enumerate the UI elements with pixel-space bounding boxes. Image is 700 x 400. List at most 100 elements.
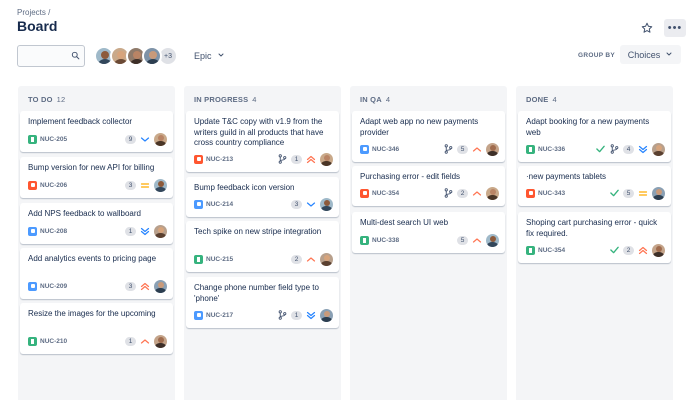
priority-medium-icon: [140, 181, 150, 190]
story-icon: [526, 144, 535, 154]
assignee-avatar[interactable]: [652, 186, 665, 200]
issue-footer: NUC-215 2: [194, 252, 333, 266]
issue-title: Shoping cart purchasing error - quick fi…: [526, 218, 658, 238]
issue-key[interactable]: NUC-209: [40, 283, 125, 290]
issue-key[interactable]: NUC-346: [372, 146, 443, 153]
story-points-badge: 2: [291, 254, 302, 264]
issue-footer: NUC-205 9: [28, 132, 167, 146]
search-box[interactable]: [17, 45, 85, 67]
subtask-icon: [28, 281, 37, 291]
header-actions: •••: [638, 19, 686, 37]
issue-key[interactable]: NUC-213: [206, 156, 277, 163]
issue-key[interactable]: NUC-354: [538, 247, 609, 254]
issue-key[interactable]: NUC-217: [206, 312, 277, 319]
issue-footer: NUC-213 1: [194, 152, 333, 166]
issue-key[interactable]: NUC-338: [372, 237, 457, 244]
check-icon: [609, 245, 619, 255]
story-points-badge: 4: [623, 144, 634, 154]
group-by-select[interactable]: Choices: [620, 45, 681, 64]
issue-card[interactable]: Bump feedback icon version NUC-214 3: [186, 177, 339, 217]
bug-icon: [360, 188, 369, 198]
issue-card[interactable]: Tech spike on new stripe integration NUC-…: [186, 221, 339, 272]
issue-key[interactable]: NUC-215: [206, 256, 291, 263]
task-icon: [194, 199, 203, 209]
issue-title: Multi-dest search UI web: [360, 218, 449, 227]
chevron-down-icon: [665, 50, 673, 60]
issue-key[interactable]: NUC-214: [206, 201, 291, 208]
issue-card[interactable]: Multi-dest search UI web NUC-338 5: [352, 212, 505, 253]
priority-high-icon: [472, 145, 482, 154]
priority-high-icon: [140, 337, 150, 346]
assignee-avatar[interactable]: [486, 233, 499, 247]
assignee-avatar[interactable]: [320, 197, 333, 211]
issue-title: Change phone number field type to 'phone…: [194, 283, 319, 303]
issue-card[interactable]: Shoping cart purchasing error - quick fi…: [518, 212, 671, 263]
story-icon: [526, 245, 535, 255]
issue-footer: NUC-214 3: [194, 197, 333, 211]
issue-title: Add NPS feedback to wallboard: [28, 209, 141, 218]
issue-title: Adapt web app no new payments provider: [360, 117, 479, 137]
issue-key[interactable]: NUC-205: [40, 136, 125, 143]
assignee-avatar[interactable]: [320, 252, 333, 266]
issue-key[interactable]: NUC-206: [40, 182, 125, 189]
assignee-avatar[interactable]: [154, 178, 167, 192]
issue-key[interactable]: NUC-336: [538, 146, 595, 153]
issue-key[interactable]: NUC-210: [40, 338, 125, 345]
assignee-avatar[interactable]: [486, 142, 499, 156]
issue-card[interactable]: Purchasing error - edit fields NUC-354 2: [352, 166, 505, 206]
story-points-badge: 9: [125, 134, 136, 144]
issue-card[interactable]: ·new payments tablets NUC-343 5: [518, 166, 671, 206]
issue-card[interactable]: Implement feedback collector NUC-205 9: [20, 111, 173, 152]
issue-key[interactable]: NUC-208: [40, 228, 125, 235]
search-input[interactable]: [22, 49, 70, 63]
issue-card[interactable]: Update T&C copy with v1.9 from the write…: [186, 111, 339, 172]
epic-filter[interactable]: Epic: [194, 51, 225, 61]
assignee-avatar[interactable]: [154, 224, 167, 238]
issue-title: Add analytics events to pricing page: [28, 254, 157, 263]
check-icon: [595, 144, 605, 154]
epic-filter-label: Epic: [194, 51, 212, 61]
branch-icon: [277, 310, 287, 320]
issue-card[interactable]: Resize the images for the upcoming NUC-21…: [20, 303, 173, 354]
issue-title: Tech spike on new stripe integration: [194, 227, 322, 236]
more-icon[interactable]: •••: [664, 19, 686, 37]
assignee-avatar[interactable]: [154, 132, 167, 146]
story-points-badge: 5: [623, 188, 634, 198]
column-header: IN PROGRESS 4: [194, 95, 257, 104]
star-icon[interactable]: [638, 19, 656, 37]
assignee-avatar[interactable]: [154, 279, 167, 293]
assignee-avatar[interactable]: [486, 186, 499, 200]
priority-high-icon: [472, 236, 482, 245]
story-points-badge: 1: [291, 310, 302, 320]
story-points-badge: 1: [125, 226, 136, 236]
breadcrumb[interactable]: Projects /: [17, 8, 50, 17]
task-icon: [28, 226, 37, 236]
assignee-avatar[interactable]: [652, 243, 665, 257]
avatar[interactable]: [142, 46, 162, 66]
priority-high-icon: [472, 189, 482, 198]
issue-card[interactable]: Adapt booking for a new payments web NUC-…: [518, 111, 671, 162]
column-header: DONE 4: [526, 95, 557, 104]
issue-card[interactable]: Add analytics events to pricing page NUC-…: [20, 248, 173, 299]
issue-footer: NUC-346 5: [360, 142, 499, 156]
issue-key[interactable]: NUC-343: [538, 190, 609, 197]
story-points-badge: 5: [457, 235, 468, 245]
group-by-label: GROUP BY: [578, 52, 615, 59]
issue-footer: NUC-217 1: [194, 308, 333, 322]
issue-title: Bump feedback icon version: [194, 183, 295, 192]
issue-footer: NUC-354 2: [360, 186, 499, 200]
priority-highest-icon: [638, 246, 648, 255]
issue-card[interactable]: Bump version for new API for billing NUC-…: [20, 157, 173, 198]
issue-card[interactable]: Change phone number field type to 'phone…: [186, 277, 339, 328]
issue-title: Implement feedback collector: [28, 117, 133, 126]
assignee-avatar[interactable]: [652, 142, 665, 156]
assignee-avatar[interactable]: [154, 334, 167, 348]
assignee-avatar[interactable]: [320, 152, 333, 166]
priority-low-icon: [306, 200, 316, 209]
assignee-avatar[interactable]: [320, 308, 333, 322]
issue-key[interactable]: NUC-354: [372, 190, 443, 197]
issue-card[interactable]: Add NPS feedback to wallboard NUC-208 1: [20, 203, 173, 244]
story-points-badge: 2: [623, 245, 634, 255]
story-icon: [194, 254, 203, 264]
issue-card[interactable]: Adapt web app no new payments provider NU…: [352, 111, 505, 162]
